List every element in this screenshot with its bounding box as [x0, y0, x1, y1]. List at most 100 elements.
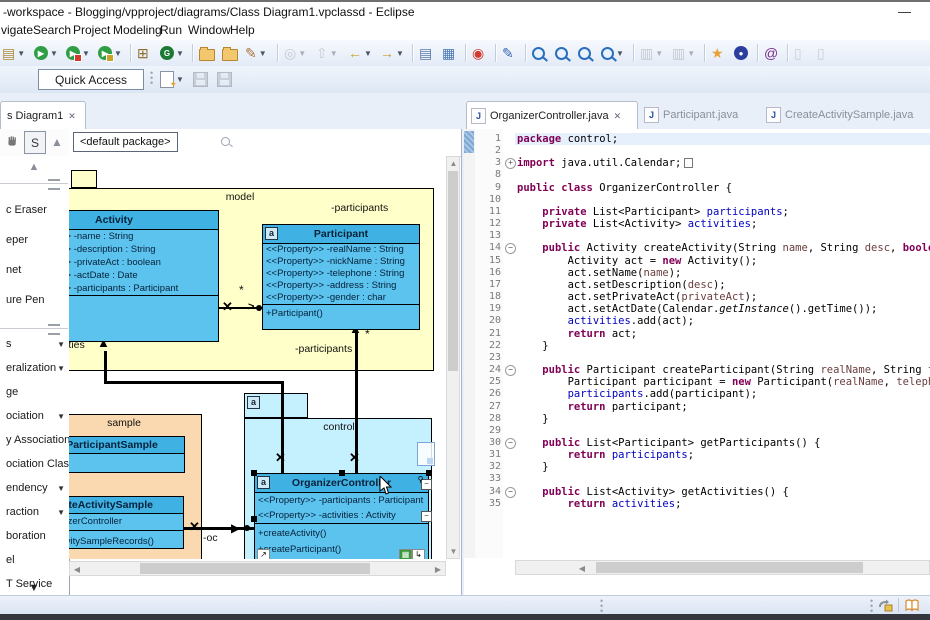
hscrollbar-thumb[interactable] — [596, 562, 863, 573]
open-spec-icon[interactable]: ↗ — [257, 549, 270, 559]
palette-item-ge[interactable]: ge — [0, 386, 68, 398]
quick-access-button[interactable]: Quick Access — [38, 69, 144, 90]
search-icon[interactable] — [221, 137, 230, 146]
collapse-operations-icon[interactable]: − — [421, 511, 432, 522]
selection-handle[interactable] — [251, 516, 257, 522]
menu-run[interactable]: Run — [160, 23, 182, 37]
chevron-down-icon[interactable]: ▼ — [82, 49, 90, 58]
chevron-down-icon[interactable]: ▼ — [57, 364, 65, 373]
palette-item-raction[interactable]: raction▼ — [0, 506, 68, 518]
collapsed-code-icon[interactable] — [684, 158, 693, 168]
code-editor[interactable]: 1package control;23+import java.util.Cal… — [464, 129, 930, 558]
class-participant[interactable]: Participanta<<Property>> -realName : Str… — [262, 224, 420, 330]
package-tab-model[interactable] — [71, 170, 97, 188]
menu-window[interactable]: Window — [188, 23, 231, 37]
chevron-down-icon[interactable]: ▼ — [259, 49, 267, 58]
pan-tool-button[interactable] — [2, 131, 22, 152]
selection-handle[interactable] — [426, 470, 432, 476]
palette-splitter-handle[interactable] — [48, 324, 60, 335]
fold-collapse-icon[interactable]: − — [505, 487, 516, 498]
profile-icon[interactable]: ▶▼ — [98, 43, 122, 63]
debug-icon[interactable]: ▶▼ — [34, 43, 58, 63]
fold-collapse-icon[interactable]: − — [505, 438, 516, 449]
chevron-down-icon[interactable]: ▼ — [364, 49, 372, 58]
zoom-actual-icon[interactable] — [578, 43, 591, 63]
collapse-palette-button[interactable]: ▲ — [47, 131, 67, 152]
magnifier-icon[interactable]: ⚲ — [415, 475, 426, 486]
menu-vigate[interactable]: vigate — [1, 23, 33, 37]
tab-createactivitysample-java[interactable]: JCreateActivitySample.java — [762, 101, 914, 129]
selection-handle[interactable] — [251, 470, 257, 476]
chevron-down-icon[interactable]: ▼ — [57, 508, 65, 517]
restore-icon[interactable] — [878, 598, 894, 613]
chevron-down-icon[interactable]: ▼ — [57, 484, 65, 493]
sub-diagram-icon[interactable]: ↳ — [412, 549, 425, 559]
new-wizard-icon[interactable]: ✦▼ — [160, 69, 184, 89]
palette-item-y-association[interactable]: y Association — [0, 434, 68, 446]
grid-icon[interactable]: ▦ — [442, 43, 455, 63]
canvas-vscrollbar[interactable]: ▲ ▼ — [446, 156, 460, 559]
chevron-down-icon[interactable]: ▼ — [330, 49, 338, 58]
tab-class-diagram1[interactable]: s Diagram1 ✕ — [0, 101, 86, 130]
doc-outline-icon[interactable]: ▯ — [794, 43, 802, 63]
palette-item-ociation-class[interactable]: ociation Class — [0, 458, 68, 470]
palette-scroll-up-icon[interactable]: ▲ — [0, 161, 68, 173]
new-java-project-icon[interactable]: ⊞ — [137, 43, 149, 63]
hscrollbar-thumb[interactable] — [140, 563, 370, 574]
class-organizer-controller[interactable]: OrganizerControllera<<Property>> -partic… — [254, 473, 429, 559]
new-icon[interactable]: ▤▼ — [2, 43, 25, 63]
overview-icon[interactable] — [904, 598, 920, 613]
palette-item-net[interactable]: net — [0, 264, 68, 276]
palette-item-el[interactable]: el — [0, 554, 68, 566]
marker-icon[interactable]: ◉ — [472, 43, 484, 63]
close-icon[interactable]: ✕ — [68, 111, 76, 122]
selection-handle[interactable] — [339, 470, 345, 476]
close-icon[interactable]: ✕ — [614, 111, 622, 122]
menu-project[interactable]: Project — [73, 23, 110, 37]
scroll-left-icon[interactable]: ◀ — [73, 565, 81, 574]
resource-catalog-icon[interactable] — [417, 442, 435, 466]
mention-icon[interactable]: @ — [764, 43, 778, 63]
zoom-out-icon[interactable] — [555, 43, 568, 63]
back-icon[interactable]: ←▼ — [348, 43, 372, 63]
chevron-down-icon[interactable]: ▼ — [687, 49, 695, 58]
favorites-icon[interactable]: ★ — [711, 43, 724, 63]
zoom-in-icon[interactable] — [532, 43, 545, 63]
step-return-icon[interactable]: ⇧▼ — [316, 43, 338, 63]
chevron-down-icon[interactable]: ▼ — [17, 49, 25, 58]
format-painter-icon[interactable]: ✎ — [502, 43, 514, 63]
palette-item-boration[interactable]: boration — [0, 530, 68, 542]
chevron-down-icon[interactable]: ▼ — [50, 49, 58, 58]
import-folder-icon[interactable] — [222, 43, 238, 63]
class-participant-sample[interactable]: ParticipantSample — [69, 436, 185, 473]
chevron-down-icon[interactable]: ▼ — [616, 49, 624, 58]
menu-help[interactable]: Help — [230, 23, 255, 37]
palette-item-endency[interactable]: endency▼ — [0, 482, 68, 494]
chevron-down-icon[interactable]: ▼ — [114, 49, 122, 58]
tab-organizercontroller-java[interactable]: JOrganizerController.java✕ — [466, 101, 638, 130]
vscrollbar-thumb[interactable] — [448, 171, 458, 371]
palette-item-eper[interactable]: eper — [0, 234, 68, 246]
package-tab-control[interactable]: a — [244, 393, 308, 418]
show-members-icon[interactable]: ▦ — [399, 549, 412, 559]
split-horizontal-icon[interactable]: ▥▼ — [640, 43, 663, 63]
chevron-down-icon[interactable]: ▼ — [655, 49, 663, 58]
report-icon[interactable]: ▤ — [419, 43, 432, 63]
fold-expand-icon[interactable]: + — [505, 158, 516, 169]
palette-item-eralization[interactable]: eralization▼ — [0, 362, 68, 374]
chevron-down-icon[interactable]: ▼ — [57, 340, 65, 349]
run-coverage-icon[interactable]: ▶▼ — [66, 43, 90, 63]
generate-icon[interactable]: G▼ — [160, 43, 184, 63]
scroll-down-icon[interactable]: ▼ — [449, 547, 458, 556]
open-folder-icon[interactable] — [199, 43, 215, 63]
forward-icon[interactable]: →▼ — [380, 43, 404, 63]
save-all-icon[interactable] — [217, 69, 232, 89]
world-icon[interactable]: ● — [734, 43, 748, 63]
skip-breakpoints-icon[interactable]: ◎▼ — [284, 43, 306, 63]
palette-scroll-down-icon[interactable]: ▼ — [0, 582, 68, 594]
zoom-fit-icon[interactable]: ▼ — [601, 43, 624, 63]
chevron-down-icon[interactable]: ▼ — [57, 412, 65, 421]
minimize-button[interactable]: — — [898, 8, 914, 18]
menu-search[interactable]: Search — [33, 23, 71, 37]
palette-item-ure-pen[interactable]: ure Pen — [0, 294, 68, 306]
